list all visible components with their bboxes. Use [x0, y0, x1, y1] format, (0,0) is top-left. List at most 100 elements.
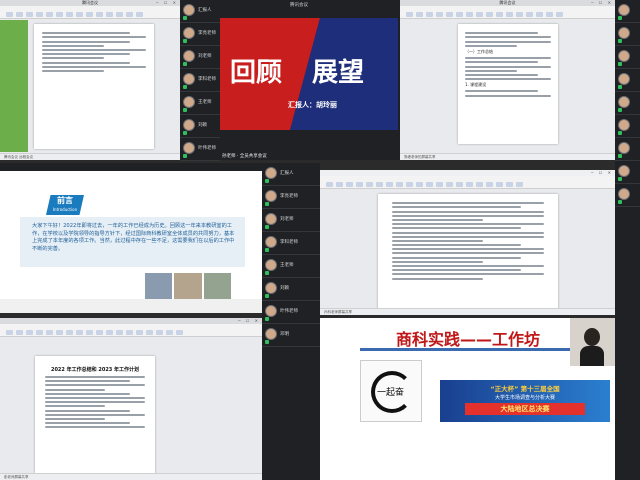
participant-tile[interactable]: [615, 138, 640, 161]
participant-tile[interactable]: 叶伟老师: [180, 138, 220, 161]
participant-tile[interactable]: 汇报人: [262, 163, 320, 186]
avatar: [183, 96, 195, 108]
participant-tile[interactable]: 刘颖: [262, 278, 320, 301]
workshop-slide-tile[interactable]: 商科实践——工作坊 一起奋 “正大杯” 第十三届全国 大学生市场调查与分析大赛 …: [320, 318, 615, 480]
banner-line-3: 大陆地区总决赛: [500, 405, 550, 413]
participant-name: 王老师: [198, 100, 212, 105]
mic-icon: [265, 317, 269, 321]
contest-banner: “正大杯” 第十三届全国 大学生市场调查与分析大赛 大陆地区总决赛: [440, 380, 610, 422]
mic-icon: [265, 340, 269, 344]
participant-list-3: [615, 0, 640, 480]
participant-tile[interactable]: 李亮老师: [262, 186, 320, 209]
photo-strip: [145, 273, 231, 299]
avatar: [265, 305, 277, 317]
participant-name: 叶伟老师: [280, 309, 298, 314]
avatar: [265, 282, 277, 294]
shared-doc-tile-3[interactable]: 腾讯会议 ─ ☐ ✕ （一）工作总结 1. 课程建设 鲁峰老师的屏幕共享: [400, 0, 615, 160]
mic-icon: [265, 179, 269, 183]
window-title: 腾讯会议: [499, 0, 516, 5]
avatar: [618, 27, 630, 39]
participant-tile[interactable]: [615, 92, 640, 115]
avatar: [183, 119, 195, 131]
participant-tile[interactable]: [615, 69, 640, 92]
participant-name: 刘老师: [198, 54, 212, 59]
preface-title-badge: 前言 Introduction: [46, 195, 84, 215]
avatar: [265, 213, 277, 225]
participant-name: 李科老师: [280, 240, 298, 245]
shared-doc-tile-5[interactable]: ─ ☐ ✕ 孙科老师屏幕共享: [320, 170, 615, 315]
avatar: [618, 73, 630, 85]
tile-caption: 孙老师 · 全员共享会议: [222, 154, 267, 159]
preface-slide-tile[interactable]: 前言 Introduction 大家下午好！2022年即将过去，一年的工作已经成…: [0, 163, 262, 313]
shared-doc-tile-6[interactable]: ─ ☐ ✕ 2022 年工作总结和 2023 年工作计划 彭老师屏幕共享: [0, 318, 262, 480]
presenter-toolbar[interactable]: [0, 299, 262, 313]
shared-doc-tile-1[interactable]: 腾讯会议 ─ ☐ ✕ 腾讯会议 远程会议: [0, 0, 180, 160]
participant-tile[interactable]: [615, 23, 640, 46]
participant-tile[interactable]: [615, 161, 640, 184]
participant-name: 汇报人: [198, 8, 212, 13]
avatar: [618, 96, 630, 108]
preface-subtitle: Introduction: [52, 207, 78, 212]
participant-tile[interactable]: 李科老师: [262, 232, 320, 255]
participant-name: 李亮老师: [280, 194, 298, 199]
participant-tile[interactable]: [615, 46, 640, 69]
ribbon-toolbar[interactable]: [0, 324, 262, 337]
slide-title-left: 回顾: [230, 58, 283, 88]
mic-icon: [183, 154, 187, 158]
tile-caption: 鲁峰老师的屏幕共享: [404, 155, 436, 159]
mic-icon: [183, 39, 187, 43]
status-bar: 彭老师屏幕共享: [0, 473, 262, 480]
ribbon-toolbar[interactable]: [400, 6, 615, 19]
preface-body-panel: 大家下午好！2022年即将过去，一年的工作已经成为历史。回顾这一年来本教研室的工…: [20, 217, 245, 267]
mic-icon: [618, 177, 622, 181]
participant-tile[interactable]: 汇报人: [180, 0, 220, 23]
seal-logo: 一起奋: [360, 360, 422, 422]
participant-tile[interactable]: 刘颖: [180, 115, 220, 138]
participant-tile[interactable]: 叶伟老师: [262, 301, 320, 324]
participant-tile[interactable]: 刘老师: [180, 46, 220, 69]
avatar: [618, 188, 630, 200]
avatar: [265, 259, 277, 271]
mic-icon: [265, 225, 269, 229]
participant-name: 王老师: [280, 263, 294, 268]
participant-tile[interactable]: 邓明: [262, 324, 320, 347]
mic-icon: [618, 108, 622, 112]
avatar: [183, 142, 195, 154]
window-title: 腾讯会议: [290, 3, 308, 8]
avatar: [183, 50, 195, 62]
window-title: 腾讯会议: [82, 0, 98, 5]
participant-tile[interactable]: 李科老师: [180, 69, 220, 92]
ribbon-toolbar[interactable]: [0, 6, 180, 19]
mic-icon: [618, 85, 622, 89]
participant-tile[interactable]: [615, 184, 640, 207]
avatar: [618, 50, 630, 62]
participant-name: 李科老师: [198, 77, 216, 82]
participant-name: 邓明: [280, 332, 289, 337]
doc-title: 2022 年工作总结和 2023 年工作计划: [50, 367, 140, 373]
ribbon-toolbar[interactable]: [320, 176, 615, 189]
banner-line-2: 大学生市场调查与分析大赛: [494, 395, 555, 401]
avatar: [618, 142, 630, 154]
participant-tile[interactable]: 王老师: [180, 92, 220, 115]
participant-tile[interactable]: [615, 0, 640, 23]
participant-tile[interactable]: 李亮老师: [180, 23, 220, 46]
preface-title: 前言: [57, 196, 73, 205]
mic-icon: [265, 202, 269, 206]
participant-name: 刘颖: [280, 286, 289, 291]
mic-icon: [265, 271, 269, 275]
mic-icon: [618, 62, 622, 66]
mic-icon: [618, 131, 622, 135]
participant-name: 汇报人: [280, 171, 294, 176]
avatar: [265, 167, 277, 179]
status-bar: 孙科老师屏幕共享: [320, 308, 615, 315]
avatar: [265, 328, 277, 340]
slide-review-tile[interactable]: 回顾 展望 汇报人：胡玲丽: [220, 18, 398, 130]
mic-icon: [183, 85, 187, 89]
avatar: [183, 27, 195, 39]
participant-tile[interactable]: [615, 115, 640, 138]
participant-tile[interactable]: 王老师: [262, 255, 320, 278]
avatar: [265, 190, 277, 202]
reporter-label: 汇报人：胡玲丽: [288, 101, 337, 109]
participant-tile[interactable]: 刘老师: [262, 209, 320, 232]
avatar: [265, 236, 277, 248]
